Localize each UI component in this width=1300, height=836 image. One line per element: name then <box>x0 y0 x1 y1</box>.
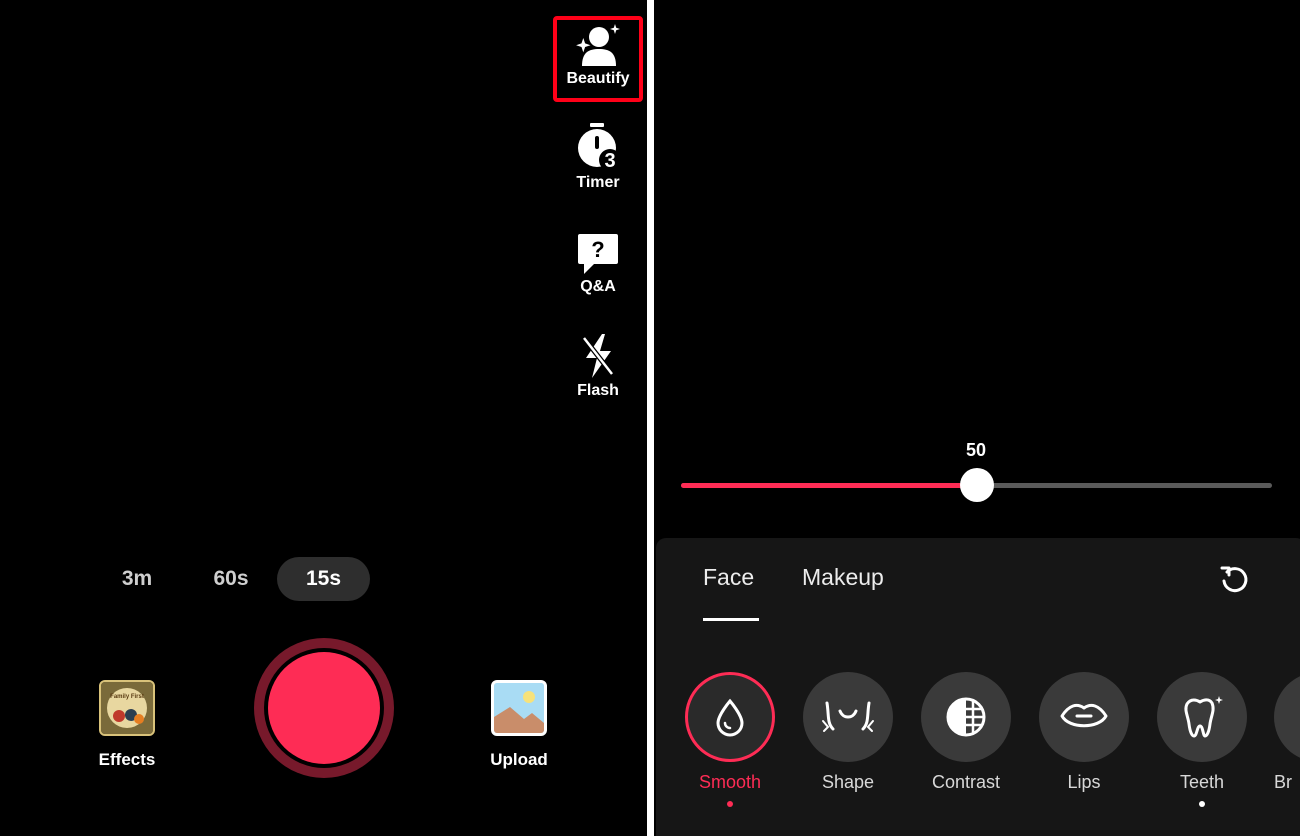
tooth-icon <box>1184 696 1223 738</box>
slider-thumb[interactable] <box>959 468 994 502</box>
question-bubble-icon: ? <box>578 234 618 274</box>
upload-label: Upload <box>490 750 548 769</box>
option-partial[interactable]: Br <box>1274 672 1300 793</box>
face-shape-icon <box>822 701 874 732</box>
qa-label: Q&A <box>580 278 616 295</box>
option-lips-label: Lips <box>1067 772 1101 792</box>
camera-screen: Beautify 3 Timer ? Q&A Flash 3m 60s 15s <box>0 0 647 836</box>
upload-thumbnail <box>491 680 547 736</box>
record-button-core <box>268 652 380 764</box>
tab-makeup[interactable]: Makeup <box>802 564 884 591</box>
record-button[interactable] <box>254 638 394 778</box>
beautify-label: Beautify <box>566 70 630 87</box>
modified-indicator-dot <box>1199 801 1205 807</box>
option-shape-label: Shape <box>821 772 875 792</box>
duration-3m[interactable]: 3m <box>108 557 166 601</box>
effects-thumbnail-image: Family First <box>101 682 153 734</box>
slider-value: 50 <box>965 440 987 460</box>
option-smooth[interactable]: Smooth <box>684 672 776 807</box>
effects-label: Effects <box>98 750 156 769</box>
timer-label: Timer <box>576 174 620 191</box>
beautify-button[interactable]: Beautify <box>558 22 638 88</box>
beautify-icon <box>576 24 620 66</box>
effects-thumbnail: Family First <box>99 680 155 736</box>
panel-divider <box>647 0 654 836</box>
option-lips[interactable]: Lips <box>1038 672 1130 793</box>
duration-60s[interactable]: 60s <box>196 557 266 601</box>
effects-thumb-text: Family First <box>110 694 144 700</box>
reset-icon[interactable] <box>1218 564 1250 596</box>
slider-fill <box>681 483 977 488</box>
option-contrast-label: Contrast <box>931 772 1001 792</box>
contrast-icon <box>946 697 986 737</box>
beautify-screen: 50 Face Makeup Smooth Shape Contrast Lip… <box>654 0 1300 836</box>
duration-15s-selected[interactable]: 15s <box>277 557 370 601</box>
option-smooth-label: Smooth <box>698 772 762 792</box>
image-icon <box>494 683 544 733</box>
lips-icon <box>1060 703 1108 728</box>
flash-label: Flash <box>577 382 619 399</box>
tab-face[interactable]: Face <box>703 564 754 591</box>
option-partial-label: Br <box>1274 772 1292 792</box>
timer-button[interactable]: 3 Timer <box>558 122 638 192</box>
intensity-slider[interactable] <box>681 468 1272 502</box>
beautify-sheet: Face Makeup Smooth Shape Contrast Lips T… <box>656 538 1300 836</box>
svg-text:3: 3 <box>604 150 615 172</box>
option-teeth[interactable]: Teeth <box>1156 672 1248 807</box>
qa-button[interactable]: ? Q&A <box>558 232 638 296</box>
tab-face-underline <box>703 618 759 621</box>
active-indicator-dot <box>727 801 733 807</box>
upload-button[interactable]: Upload <box>479 680 559 770</box>
timer-icon: 3 <box>578 123 621 172</box>
effects-button[interactable]: Family First Effects <box>87 680 167 770</box>
option-contrast[interactable]: Contrast <box>920 672 1012 793</box>
drop-icon <box>716 698 744 737</box>
flash-button[interactable]: Flash <box>558 332 638 400</box>
flash-off-icon <box>582 334 614 378</box>
option-teeth-label: Teeth <box>1179 772 1225 792</box>
option-shape[interactable]: Shape <box>802 672 894 793</box>
svg-text:?: ? <box>591 237 604 262</box>
